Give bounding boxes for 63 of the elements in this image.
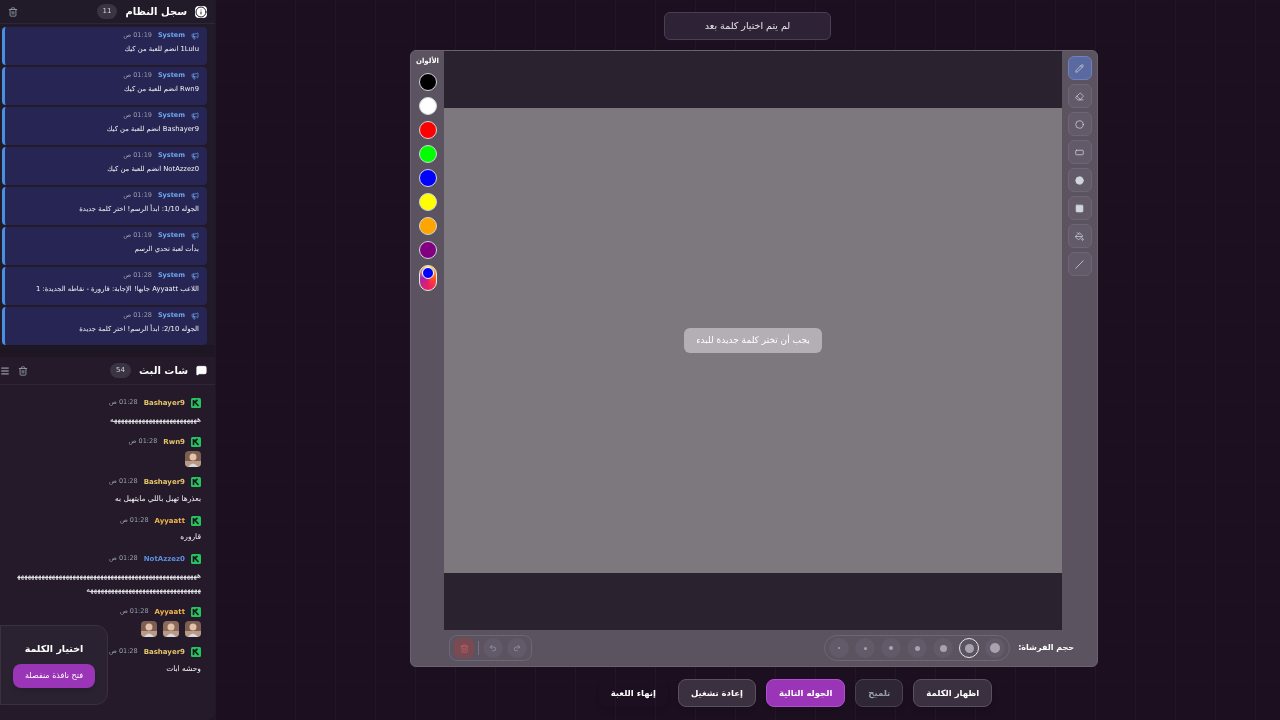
megaphone-icon [191, 111, 199, 120]
rectangle-icon [1075, 147, 1084, 157]
color-swatch[interactable] [418, 240, 437, 259]
tool-button[interactable] [1067, 112, 1092, 136]
tool-button[interactable] [1067, 168, 1092, 192]
paint-bucket-icon [1075, 231, 1084, 241]
undo-icon [489, 644, 497, 653]
open-window-button[interactable]: فتح نافذة منفصلة [13, 664, 95, 689]
brush-size-label: حجم الفرشاة: [1018, 642, 1074, 655]
color-swatch[interactable] [418, 192, 437, 211]
eraser-icon [1075, 91, 1084, 101]
trash-icon[interactable] [18, 365, 28, 376]
color-swatch[interactable] [418, 96, 437, 115]
tool-button[interactable] [1067, 224, 1092, 248]
megaphone-icon [191, 151, 199, 160]
brush-size-button[interactable] [881, 638, 902, 659]
panel-title: سجل النظام [125, 5, 187, 19]
redo-icon [513, 644, 521, 653]
platform-logo-icon [191, 477, 201, 488]
action-button[interactable]: إعادة تشغيل [677, 679, 756, 707]
platform-logo-icon [191, 606, 201, 617]
color-swatch[interactable] [418, 216, 437, 235]
line-icon [1075, 259, 1084, 269]
color-swatch[interactable] [418, 72, 437, 91]
platform-logo-icon [191, 398, 201, 409]
chat-icon [196, 365, 207, 376]
pencil-icon [1075, 63, 1084, 73]
platform-logo-icon [191, 647, 201, 658]
platform-logo-icon [191, 554, 201, 565]
platform-logo-icon [191, 515, 201, 526]
platform-logo-icon [191, 436, 201, 447]
color-picker[interactable] [418, 264, 437, 291]
brush-size-button[interactable] [985, 638, 1006, 659]
brush-size-button[interactable] [933, 638, 954, 659]
info-icon [195, 5, 207, 18]
action-button[interactable]: إنهاء اللعبة [598, 679, 668, 707]
megaphone-icon [191, 191, 199, 200]
circle-icon [1075, 119, 1084, 129]
action-button[interactable]: اظهار الكلمة [913, 679, 993, 707]
tool-button[interactable] [1067, 56, 1092, 80]
filled-rectangle-icon [1075, 203, 1084, 213]
megaphone-icon [191, 31, 199, 40]
filled-circle-icon [1075, 175, 1084, 185]
megaphone-icon [191, 71, 199, 80]
brush-size-button[interactable] [907, 638, 928, 659]
tool-button[interactable] [1067, 140, 1092, 164]
panel-title: شات البث [139, 364, 188, 378]
trash-icon[interactable] [8, 6, 18, 17]
megaphone-icon [191, 311, 199, 320]
action-button[interactable]: تلميح [855, 679, 904, 707]
tool-button[interactable] [1067, 196, 1092, 220]
card-title: اختيار الكلمة [24, 641, 84, 657]
color-swatch[interactable] [418, 168, 437, 187]
menu-icon[interactable] [0, 365, 10, 376]
trash-icon [459, 643, 469, 653]
action-button[interactable]: الجوله التالية [765, 679, 846, 707]
tool-button[interactable] [1067, 84, 1092, 108]
megaphone-icon [191, 231, 199, 240]
status-banner: لم يتم اختيار كلمة بعد [664, 12, 831, 40]
canvas-message: يجب أن تختر كلمة جديدة للبدء [684, 327, 822, 354]
color-swatch[interactable] [418, 120, 437, 139]
megaphone-icon [191, 271, 199, 280]
color-swatch[interactable] [418, 144, 437, 163]
